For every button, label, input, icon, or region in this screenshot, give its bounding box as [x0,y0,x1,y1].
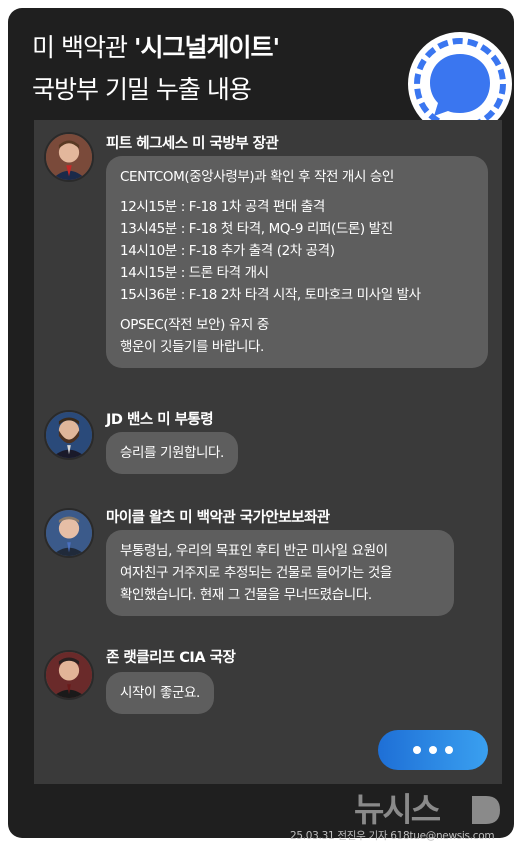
message-line: 14시15분 : 드론 타격 개시 [120,265,269,281]
brand-text: 뉴시스 [354,790,441,828]
message-bubble: CENTCOM(중앙사령부)과 확인 후 작전 개시 승인 12시15분 : F… [106,156,488,368]
message-line: 12시15분 : F-18 1차 공격 편대 출격 [120,199,325,215]
sender-name: JD 밴스 미 부통령 [106,412,214,428]
typing-dot [429,746,437,754]
sender-name: 피트 헤그세스 미 국방부 장관 [106,136,279,152]
sender-name: 마이클 왈츠 미 백악관 국가안보보좌관 [106,510,330,526]
avatar-hegseth [44,132,94,182]
typing-dot [413,746,421,754]
avatar-vance [44,410,94,460]
message-line: 여자친구 거주지로 추정되는 건물로 들어가는 것을 [120,565,392,581]
graphic-frame: 미 백악관 '시그널게이트' 국방부 기밀 누출 내용 피트 헤그세스 미 국방… [8,8,514,842]
typing-dots-icon [378,730,488,770]
message-line: 확인했습니다. 현재 그 건물을 무너뜨렸습니다. [120,587,372,603]
message-line: 시작이 좋군요. [120,685,200,701]
message-line: CENTCOM(중앙사령부)과 확인 후 작전 개시 승인 [120,169,394,185]
message-line: 승리를 기원합니다. [120,445,224,461]
title-prefix: 미 백악관 [32,33,134,62]
title-line-2: 국방부 기밀 누출 내용 [32,75,252,104]
message-line: 14시10분 : F-18 추가 출격 (2차 공격) [120,243,335,259]
message-bubble: 시작이 좋군요. [106,672,214,714]
title-highlight: '시그널게이트' [133,33,280,62]
photo-credit: 25.03.31 전진우 기자 618tue@newsis.com [290,830,495,842]
avatar-waltz [44,508,94,558]
newsis-logo: 뉴시스 [354,790,500,828]
typing-dot [445,746,453,754]
message-line: 행운이 깃들기를 바랍니다. [120,339,264,355]
message-bubble: 승리를 기원합니다. [106,432,238,474]
message-line: OPSEC(작전 보안) 유지 중 [120,317,269,333]
title-line-1: 미 백악관 '시그널게이트' [32,28,280,64]
avatar-ratcliffe [44,650,94,700]
message-line: 부통령님, 우리의 목표인 후티 반군 미사일 요원이 [120,543,388,559]
chat-panel: 피트 헤그세스 미 국방부 장관 CENTCOM(중앙사령부)과 확인 후 작전… [34,120,502,784]
message-line: 15시36분 : F-18 2차 타격 시작, 토마호크 미사일 발사 [120,287,421,303]
sender-name: 존 랫클리프 CIA 국장 [106,650,236,666]
message-line: 13시45분 : F-18 첫 타격, MQ-9 리퍼(드론) 발진 [120,221,393,237]
message-bubble: 부통령님, 우리의 목표인 후티 반군 미사일 요원이 여자친구 거주지로 추정… [106,530,454,616]
